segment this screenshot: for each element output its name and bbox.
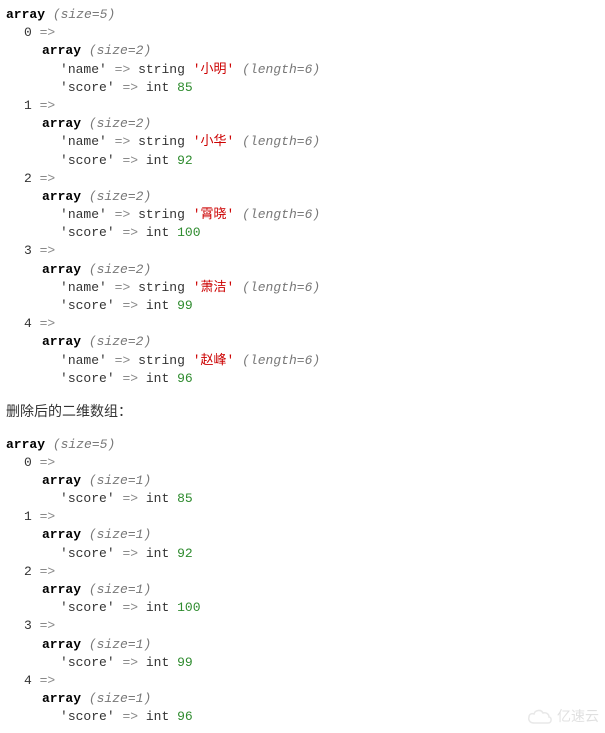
inner-array: array (size=2)	[6, 188, 599, 206]
array-index: 2 =>	[6, 170, 599, 188]
cloud-icon	[527, 708, 553, 726]
array-index: 0 =>	[6, 24, 599, 42]
name-row: 'name' => string '小华' (length=6)	[6, 133, 599, 151]
array-index: 1 =>	[6, 97, 599, 115]
array-root: array (size=5)	[6, 436, 599, 454]
array-index: 3 =>	[6, 617, 599, 635]
array-index: 3 =>	[6, 242, 599, 260]
var-dump-block-2: array (size=5) 0 => array (size=1) 'scor…	[6, 436, 599, 727]
var-dump-block-1: array (size=5) 0 => array (size=2) 'name…	[6, 6, 599, 388]
score-row: 'score' => int 96	[6, 708, 599, 726]
score-row: 'score' => int 92	[6, 545, 599, 563]
watermark: 亿速云	[527, 707, 599, 727]
string-value: '小明'	[193, 62, 235, 77]
array-index: 0 =>	[6, 454, 599, 472]
score-row: 'score' => int 100	[6, 224, 599, 242]
array-root: array (size=5)	[6, 6, 599, 24]
array-keyword: array	[6, 7, 45, 22]
array-index: 4 =>	[6, 315, 599, 333]
score-row: 'score' => int 99	[6, 297, 599, 315]
array-index: 2 =>	[6, 563, 599, 581]
name-row: 'name' => string '霄晓' (length=6)	[6, 206, 599, 224]
inner-array: array (size=1)	[6, 690, 599, 708]
inner-array: array (size=2)	[6, 115, 599, 133]
name-row: 'name' => string '赵峰' (length=6)	[6, 352, 599, 370]
section-heading: 删除后的二维数组：	[6, 388, 599, 436]
score-row: 'score' => int 99	[6, 654, 599, 672]
score-row: 'score' => int 85	[6, 490, 599, 508]
name-row: 'name' => string '小明' (length=6)	[6, 61, 599, 79]
score-row: 'score' => int 92	[6, 152, 599, 170]
inner-array: array (size=1)	[6, 581, 599, 599]
name-row: 'name' => string '萧洁' (length=6)	[6, 279, 599, 297]
array-size: (size=5)	[53, 7, 115, 22]
score-row: 'score' => int 96	[6, 370, 599, 388]
int-value: 85	[177, 80, 193, 95]
array-index: 1 =>	[6, 508, 599, 526]
inner-array: array (size=1)	[6, 636, 599, 654]
inner-array: array (size=2)	[6, 333, 599, 351]
inner-array: array (size=1)	[6, 526, 599, 544]
score-row: 'score' => int 85	[6, 79, 599, 97]
inner-array: array (size=2)	[6, 42, 599, 60]
inner-array: array (size=2)	[6, 261, 599, 279]
watermark-text: 亿速云	[557, 707, 599, 727]
inner-array: array (size=1)	[6, 472, 599, 490]
array-index: 4 =>	[6, 672, 599, 690]
